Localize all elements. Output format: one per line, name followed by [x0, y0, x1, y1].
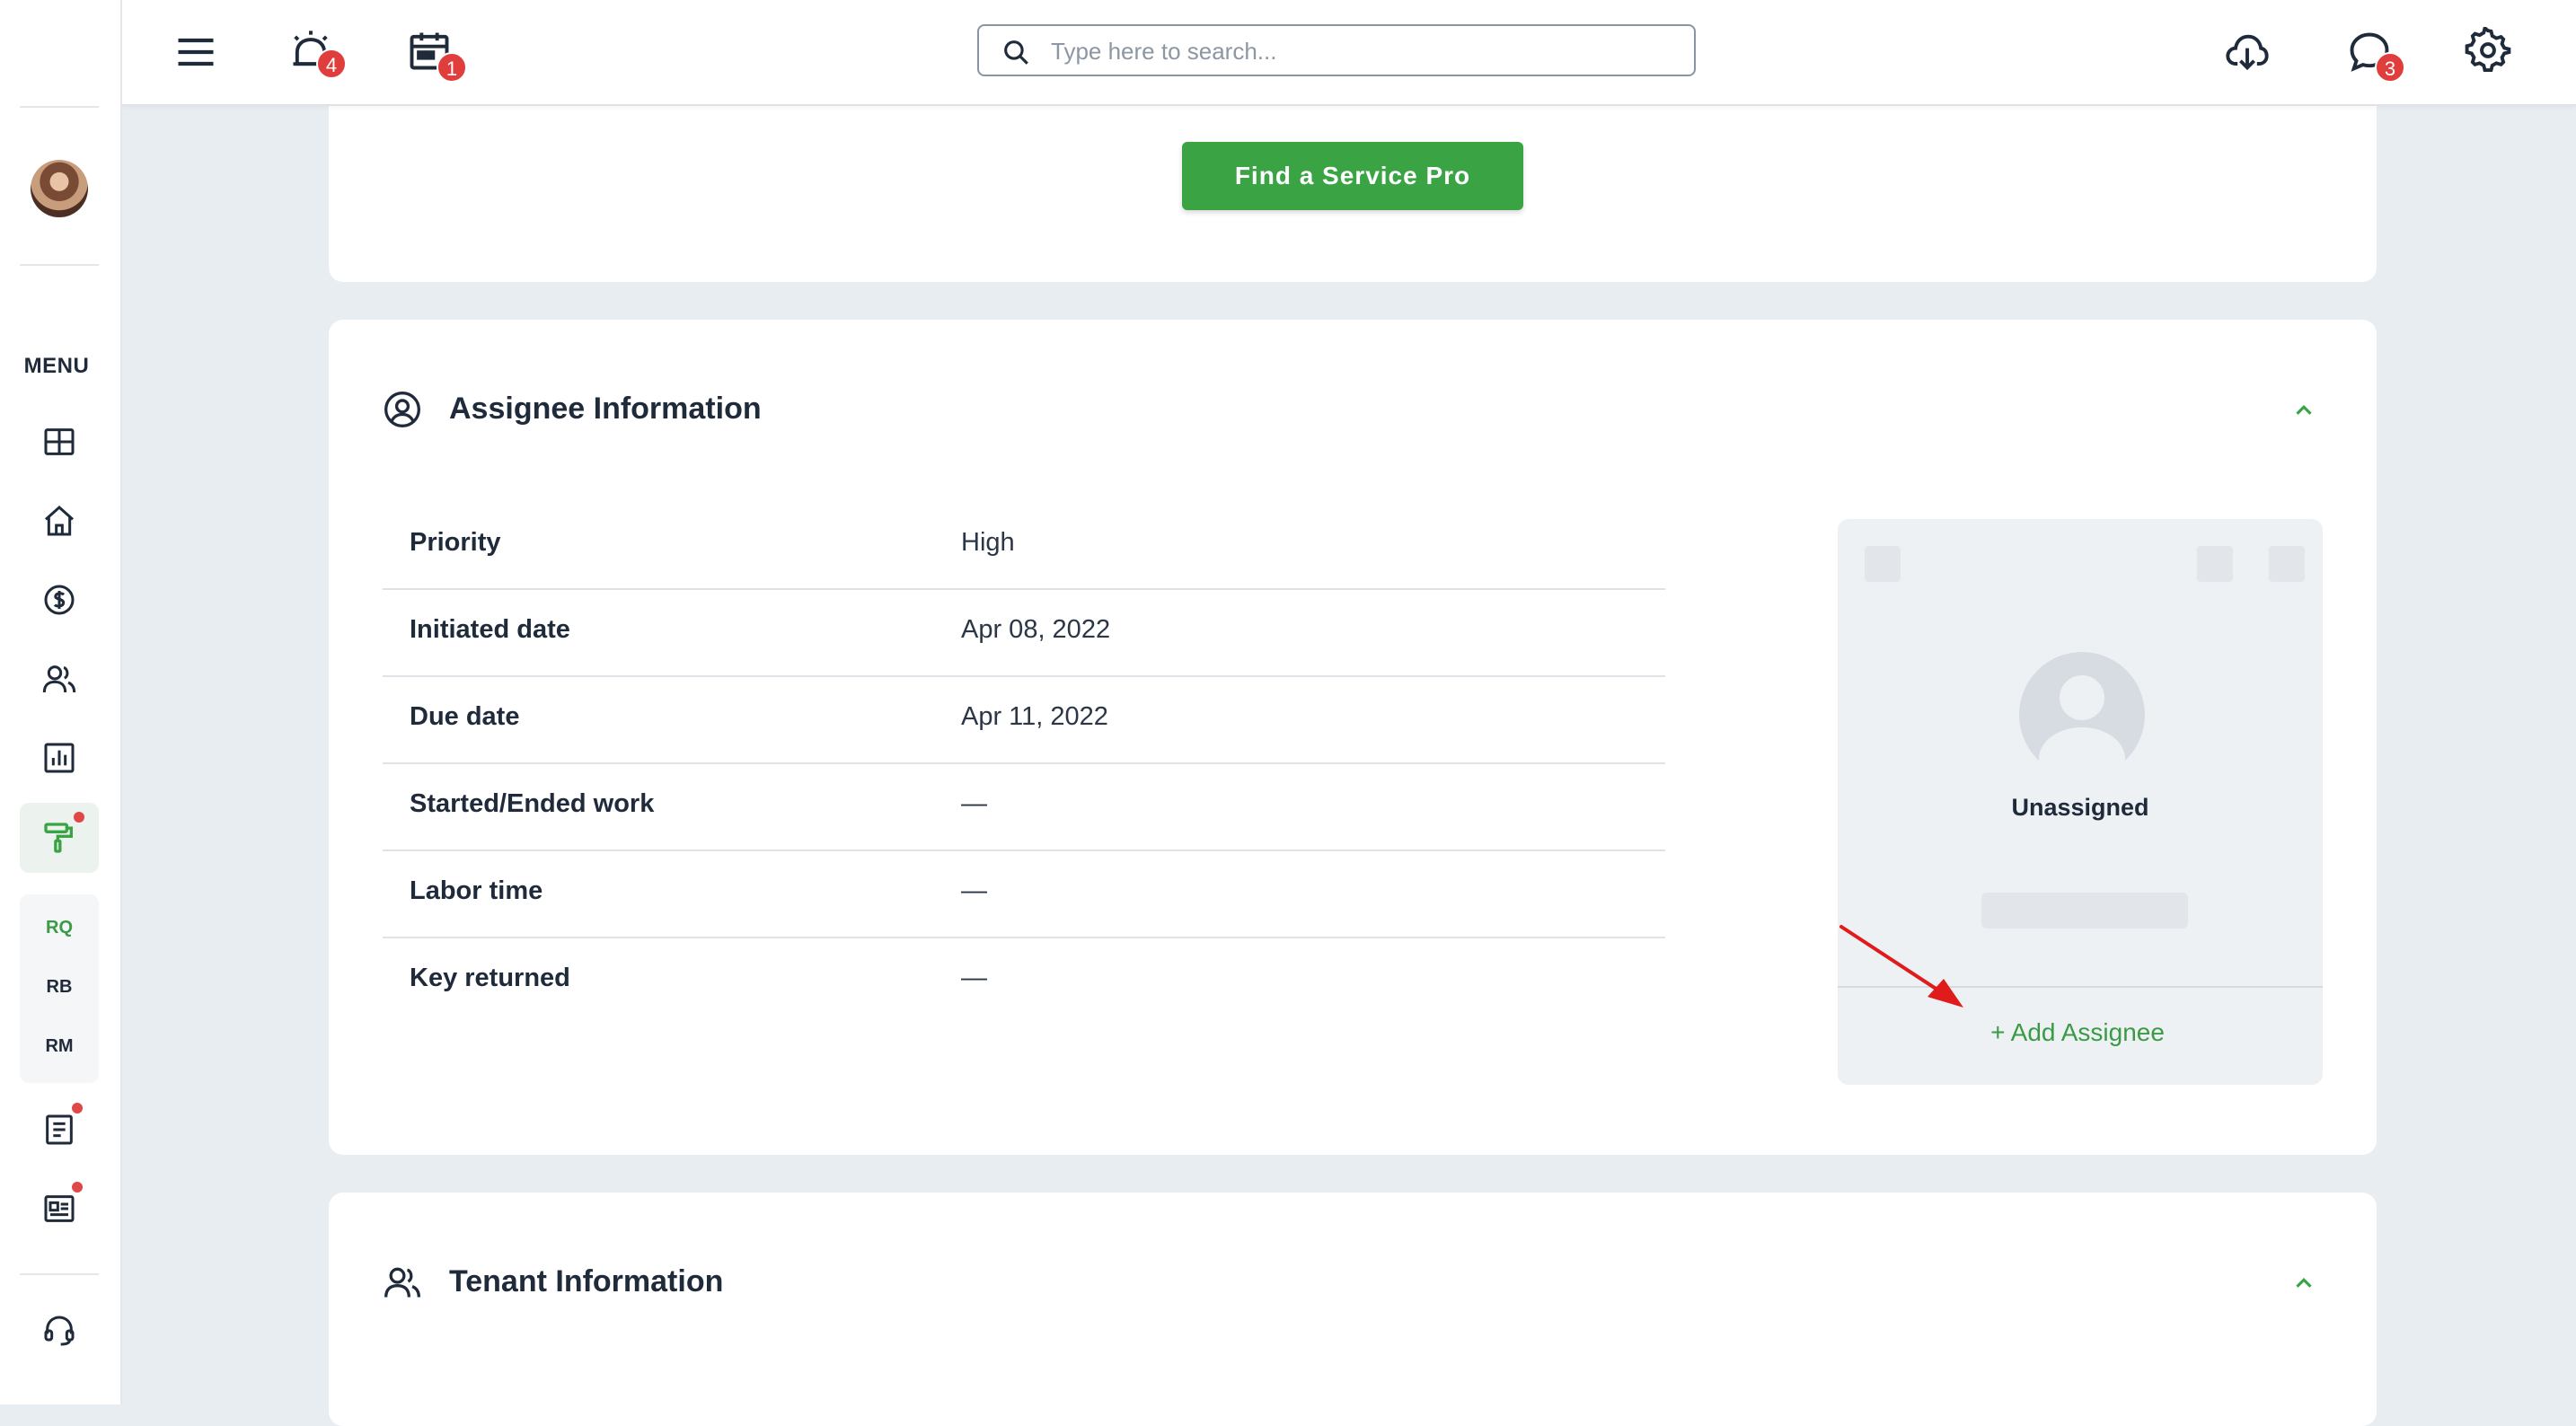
- row-label: Key returned: [410, 964, 570, 992]
- search-bar: [977, 24, 1696, 76]
- alarm-badge: 4: [316, 48, 347, 79]
- row-value: —: [961, 876, 987, 905]
- hamburger-menu-button[interactable]: [167, 23, 225, 81]
- sidebar-item-documents[interactable]: [36, 1103, 83, 1153]
- assignee-status: Unassigned: [2011, 794, 2149, 821]
- dollar-icon: [44, 585, 75, 615]
- maintenance-submenu: RQ RB RM: [20, 894, 99, 1083]
- sidebar: MENU RQ RB RM: [0, 0, 122, 1404]
- notification-dot: [74, 812, 84, 823]
- assignee-info-table: Priority High Initiated date Apr 08, 202…: [383, 503, 1665, 1025]
- sidebar-item-maintenance[interactable]: [20, 803, 99, 873]
- calendar-badge: 1: [437, 52, 467, 83]
- sidebar-divider: [20, 1273, 99, 1275]
- calendar-button[interactable]: 1: [401, 22, 467, 83]
- row-label: Started/Ended work: [410, 789, 655, 818]
- row-value: Apr 08, 2022: [961, 615, 1111, 644]
- download-button[interactable]: [2219, 23, 2276, 81]
- reports-icon: [44, 743, 75, 773]
- placeholder-block: [1865, 546, 1901, 582]
- notification-dot: [72, 1103, 83, 1114]
- cloud-download-icon: [2226, 34, 2269, 71]
- alarm-button[interactable]: 4: [282, 22, 347, 79]
- search-input[interactable]: [1051, 35, 1671, 67]
- add-assignee-link[interactable]: + Add Assignee: [1838, 1018, 2317, 1047]
- settings-button[interactable]: [2459, 22, 2517, 79]
- sidebar-item-people[interactable]: [36, 656, 83, 702]
- row-label: Initiated date: [410, 615, 570, 644]
- row-value: —: [961, 964, 987, 992]
- sidebar-item-news[interactable]: [36, 1182, 83, 1232]
- maintenance-roller-icon: [44, 823, 73, 853]
- table-row: Initiated date Apr 08, 2022: [383, 590, 1665, 677]
- row-value: High: [961, 528, 1015, 557]
- user-circle-icon: [384, 392, 420, 427]
- row-value: Apr 11, 2022: [961, 702, 1108, 731]
- tenant-information-card: [329, 1193, 2377, 1426]
- messages-button[interactable]: 3: [2341, 23, 2405, 83]
- sidebar-item-dashboard[interactable]: [36, 418, 83, 465]
- hamburger-icon: [178, 38, 214, 66]
- chevron-up-icon[interactable]: [2290, 1270, 2317, 1297]
- placeholder-block: [2269, 546, 2305, 582]
- sidebar-item-support[interactable]: [36, 1307, 83, 1354]
- submenu-item-rq[interactable]: RQ: [20, 918, 99, 938]
- sidebar-divider: [20, 264, 99, 266]
- annotation-arrow-icon: [1839, 925, 1963, 1008]
- sidebar-divider: [20, 106, 99, 108]
- table-row: Key returned —: [383, 938, 1665, 1025]
- home-icon: [45, 505, 74, 536]
- menu-label: MENU: [23, 354, 90, 378]
- row-value: —: [961, 789, 987, 818]
- search-icon: [1004, 40, 1028, 65]
- sidebar-item-home[interactable]: [36, 497, 83, 544]
- table-row: Labor time —: [383, 851, 1665, 938]
- assignee-section-title: Assignee Information: [449, 392, 762, 426]
- messages-badge: 3: [2375, 52, 2405, 83]
- document-icon: [46, 1114, 73, 1145]
- user-avatar[interactable]: [31, 160, 88, 217]
- row-label: Due date: [410, 702, 520, 731]
- sidebar-item-reports[interactable]: [36, 735, 83, 781]
- submenu-item-rm[interactable]: RM: [20, 1036, 99, 1057]
- table-row: Started/Ended work —: [383, 764, 1665, 851]
- unassigned-avatar-icon: [2019, 652, 2145, 778]
- tenant-section-title: Tenant Information: [449, 1264, 724, 1298]
- dashboard-icon: [44, 428, 75, 455]
- table-row: Due date Apr 11, 2022: [383, 677, 1665, 764]
- submenu-item-rb[interactable]: RB: [20, 977, 99, 998]
- chevron-up-icon[interactable]: [2290, 397, 2317, 424]
- placeholder-block: [2197, 546, 2233, 582]
- people-icon: [42, 665, 76, 693]
- row-label: Priority: [410, 528, 501, 557]
- sidebar-item-finance[interactable]: [36, 577, 83, 623]
- table-row: Priority High: [383, 503, 1665, 590]
- row-label: Labor time: [410, 876, 543, 905]
- headset-support-icon: [44, 1316, 75, 1346]
- placeholder-bar: [1981, 893, 2188, 929]
- people-icon: [384, 1267, 420, 1298]
- notification-dot: [72, 1182, 83, 1193]
- gear-icon: [2465, 27, 2511, 73]
- find-service-pro-button[interactable]: Find a Service Pro: [1182, 142, 1523, 210]
- top-bar: 4 1 3: [122, 0, 2576, 106]
- news-icon: [44, 1195, 75, 1222]
